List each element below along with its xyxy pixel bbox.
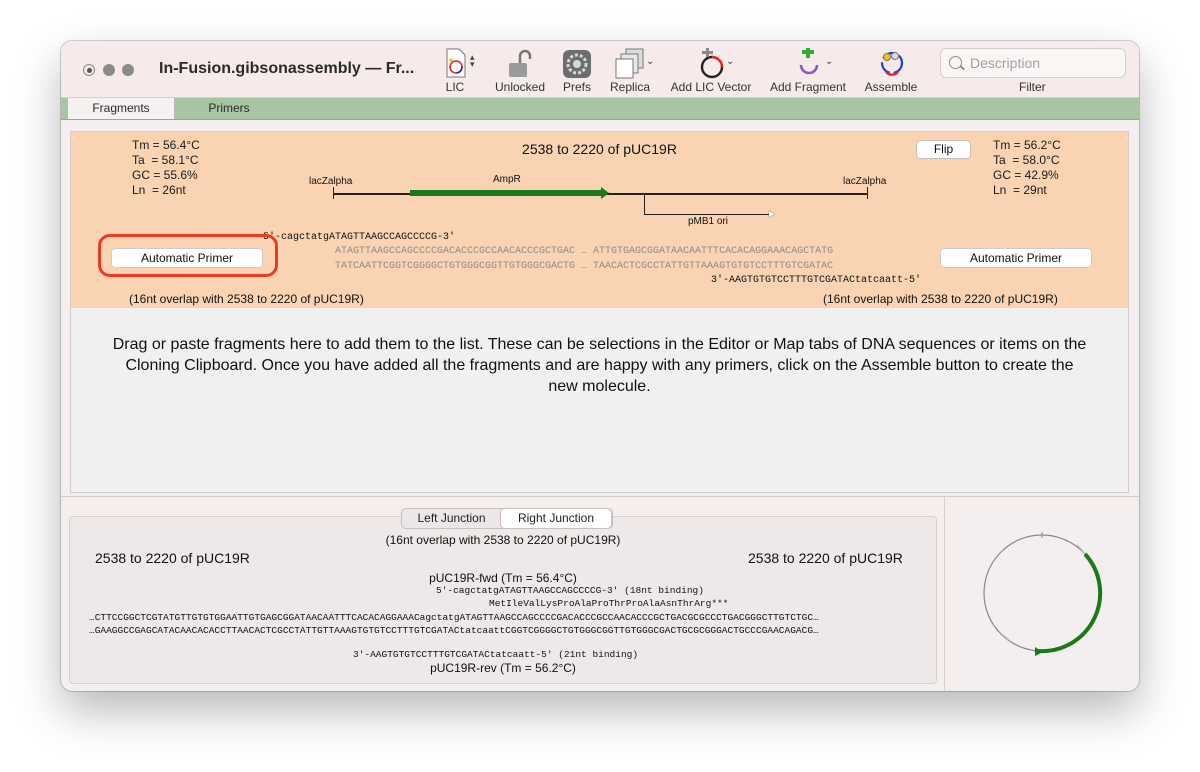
junction-bottom-strand: …GAAGGCCGAGCATACAACACACCTTAACACTCGCCTATT… (89, 625, 819, 636)
right-primer-stats: Tm = 56.2°C Ta = 58.0°C GC = 42.9% Ln = … (993, 138, 1061, 197)
add-lic-vector-label: Add LIC Vector (670, 80, 752, 94)
replica-button[interactable]: Replica (605, 47, 655, 95)
reverse-primer-sequence: 3'-AAGTGTGTCCTTTGTCGATACtatcaatt-5' (711, 275, 922, 286)
plasmid-ampr-arc[interactable] (1038, 552, 1103, 654)
tab-bar: Fragments Primers (61, 98, 1139, 120)
ori-feature[interactable] (644, 214, 771, 215)
prefs-button[interactable]: Prefs (557, 47, 597, 95)
close-window-button[interactable] (83, 64, 95, 76)
forward-primer-sequence: 5'-cagctatgATAGTTAAGCCAGCCCCG-3' (263, 232, 456, 243)
lacz-right-label: lacZalpha (843, 176, 887, 187)
unlocked-button[interactable]: Unlocked (491, 47, 549, 95)
lic-stepper-icon[interactable]: ▴ ▾ (470, 53, 475, 69)
unlocked-padlock-icon (509, 49, 532, 77)
map-start-tick (333, 187, 334, 199)
tab-primers[interactable]: Primers (189, 98, 269, 119)
highlight-ring (98, 234, 278, 277)
forward-primer-binding: 5'-cagctatgATAGTTAAGCCAGCCCCG-3' (18nt b… (436, 585, 704, 596)
lic-document-icon (446, 48, 466, 78)
gear-icon (563, 50, 591, 78)
title-bar: In-Fusion.gibsonassembly — Fr... LIC ▴ ▾ … (61, 41, 1139, 98)
ampr-feature[interactable] (410, 190, 602, 196)
right-junction-tab[interactable]: Right Junction (501, 509, 611, 528)
ampr-label: AmpR (493, 174, 521, 185)
app-window: In-Fusion.gibsonassembly — Fr... LIC ▴ ▾ … (61, 41, 1139, 691)
map-end-tick (867, 187, 868, 199)
replica-menu-chevron-icon[interactable]: ⌄ (646, 56, 654, 67)
junction-top-strand: …CTTCCGGCTCGTATGTTGTGTGGAATTGTGAGCGGATAA… (89, 612, 819, 623)
fragment-row[interactable]: Tm = 56.4°C Ta = 58.1°C GC = 55.6% Ln = … (71, 132, 1128, 308)
flip-button[interactable]: Flip (916, 140, 971, 159)
add-lic-vector-icon (700, 48, 724, 79)
fragment-bottom-strand: TATCAATTCGGTCGGGGCTGTGGGCGGTTGTGGGCGACTG… (335, 261, 834, 272)
window-title: In-Fusion.gibsonassembly — Fr... (159, 60, 415, 77)
filter-label: Filter (1019, 80, 1046, 94)
junction-panel: Left Junction Right Junction (16nt overl… (69, 508, 937, 684)
replica-windows-icon (615, 48, 644, 79)
minimize-window-button[interactable] (103, 64, 115, 76)
plasmid-map-preview[interactable] (945, 497, 1139, 691)
description-search-field[interactable] (940, 48, 1126, 78)
junction-right-name: 2538 to 2220 of pUC19R (748, 550, 903, 566)
tab-fragments[interactable]: Fragments (67, 98, 175, 119)
junction-left-name: 2538 to 2220 of pUC19R (95, 550, 250, 566)
zoom-window-button[interactable] (122, 64, 134, 76)
replica-label: Replica (609, 80, 651, 94)
drag-instructions: Drag or paste fragments here to add them… (112, 336, 1087, 395)
prefs-label: Prefs (562, 80, 591, 94)
search-icon (949, 56, 962, 69)
fragment-top-strand: ATAGTTAAGCCAGCCCCGACACCCGCCAACACCCGCTGAC… (335, 246, 834, 257)
left-junction-tab[interactable]: Left Junction (402, 509, 501, 528)
ori-feature-arrowhead (769, 211, 775, 217)
assemble-label: Assemble (864, 80, 918, 94)
add-fragment-label: Add Fragment (769, 80, 847, 94)
junction-overlap-note: (16nt overlap with 2538 to 2220 of pUC19… (385, 533, 621, 547)
reverse-primer-binding: 3'-AAGTGTGTCCTTTGTCGATACtatcaatt-5' (21n… (353, 649, 639, 660)
description-search-input[interactable] (968, 53, 1122, 73)
add-lic-vector-menu-chevron-icon[interactable]: ⌄ (726, 56, 734, 67)
plasmid-ampr-arrowhead (1035, 647, 1043, 656)
ampr-feature-arrowhead (601, 187, 609, 199)
left-overlap-note: (16nt overlap with 2538 to 2220 of pUC19… (129, 292, 364, 306)
add-lic-vector-button[interactable]: Add LIC Vector (666, 47, 756, 95)
add-fragment-button[interactable]: Add Fragment (766, 47, 850, 95)
assemble-icon (880, 51, 904, 76)
add-fragment-menu-chevron-icon[interactable]: ⌄ (825, 56, 833, 67)
ori-label: pMB1 ori (688, 216, 729, 227)
plasmid-circle-map (983, 532, 1103, 656)
ori-feature-stem (644, 195, 645, 214)
lic-label: LIC (445, 80, 465, 94)
fragments-list-area[interactable]: Tm = 56.4°C Ta = 58.1°C GC = 55.6% Ln = … (70, 131, 1129, 493)
translation-row: MetIleValLysProAlaProThrProAlaAsnThrArg*… (489, 598, 729, 609)
assemble-button[interactable]: Assemble (859, 47, 923, 95)
junction-segmented-control[interactable]: Left Junction Right Junction (401, 508, 613, 529)
unlocked-label: Unlocked (494, 80, 546, 94)
lacz-left-label: lacZalpha (309, 176, 353, 187)
right-overlap-note: (16nt overlap with 2538 to 2220 of pUC19… (823, 292, 1058, 306)
add-fragment-icon (799, 48, 819, 75)
automatic-primer-right-button[interactable]: Automatic Primer (940, 248, 1092, 268)
forward-primer-name: pUC19R-fwd (Tm = 56.4°C) (429, 571, 577, 585)
reverse-primer-name: pUC19R-rev (Tm = 56.2°C) (430, 661, 576, 675)
plasmid-lacz-arc (1076, 544, 1086, 555)
